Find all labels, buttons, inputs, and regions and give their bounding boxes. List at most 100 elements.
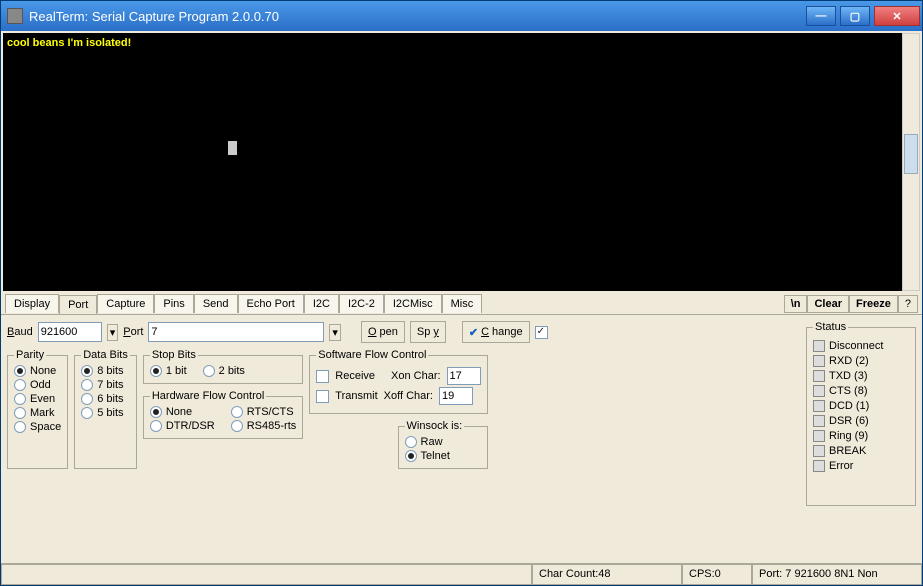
winsock-legend: Winsock is:	[405, 420, 465, 432]
tab-bar: DisplayPortCapturePinsSendEcho PortI2CI2…	[1, 293, 922, 315]
stopbits-option[interactable]: 1 bit	[150, 365, 187, 377]
hwflow-legend: Hardware Flow Control	[150, 390, 266, 402]
winsock-group: Winsock is: Raw Telnet	[398, 420, 488, 469]
winsock-label: Raw	[421, 436, 443, 448]
status-item: DSR (6)	[813, 415, 909, 427]
transmit-checkbox[interactable]	[316, 390, 329, 403]
tab-i2c[interactable]: I2C	[304, 294, 339, 313]
change-checkbox[interactable]	[535, 326, 548, 339]
port-dropdown-icon[interactable]: ▾	[329, 324, 341, 341]
tab-echo-port[interactable]: Echo Port	[238, 294, 304, 313]
tab-send[interactable]: Send	[194, 294, 238, 313]
hwflow-option[interactable]: DTR/DSR	[150, 420, 215, 432]
check-icon: ✔	[469, 326, 478, 339]
xoff-input[interactable]	[439, 387, 473, 405]
status-indicator-icon	[813, 415, 825, 427]
stopbits-group: Stop Bits 1 bit2 bits	[143, 349, 303, 384]
databits-option[interactable]: 6 bits	[81, 393, 130, 405]
terminal-scrollbar[interactable]	[902, 33, 920, 291]
maximize-button[interactable]: ▢	[840, 6, 870, 26]
winsock-option[interactable]: Telnet	[405, 450, 481, 462]
parity-label: Odd	[30, 379, 51, 391]
newline-button[interactable]: \n	[784, 295, 808, 313]
xon-label: Xon Char:	[391, 370, 441, 382]
help-button[interactable]: ?	[898, 295, 918, 313]
stopbits-option[interactable]: 2 bits	[203, 365, 245, 377]
radio-icon	[203, 365, 215, 377]
port-combo[interactable]	[148, 322, 324, 342]
status-group: Status DisconnectRXD (2)TXD (3)CTS (8)DC…	[806, 321, 916, 506]
receive-checkbox[interactable]	[316, 370, 329, 383]
radio-icon	[14, 421, 26, 433]
databits-option[interactable]: 5 bits	[81, 407, 130, 419]
baud-combo[interactable]	[38, 322, 102, 342]
radio-icon	[231, 406, 243, 418]
tab-capture[interactable]: Capture	[97, 294, 154, 313]
parity-option[interactable]: Odd	[14, 379, 61, 391]
status-label: RXD (2)	[829, 355, 869, 367]
parity-label: Mark	[30, 407, 54, 419]
baud-dropdown-icon[interactable]: ▾	[107, 324, 119, 341]
winsock-option[interactable]: Raw	[405, 436, 481, 448]
radio-icon	[150, 420, 162, 432]
databits-legend: Data Bits	[81, 349, 130, 361]
status-item: BREAK	[813, 445, 909, 457]
radio-icon	[81, 379, 93, 391]
tab-i2c-2[interactable]: I2C-2	[339, 294, 384, 313]
radio-icon	[14, 365, 26, 377]
spy-button[interactable]: Spy	[410, 321, 446, 343]
swflow-legend: Software Flow Control	[316, 349, 428, 361]
status-item: DCD (1)	[813, 400, 909, 412]
terminal-output: cool beans I'm isolated!	[3, 33, 920, 291]
clear-button[interactable]: Clear	[807, 295, 849, 313]
databits-option[interactable]: 8 bits	[81, 365, 130, 377]
databits-label: 5 bits	[97, 407, 123, 419]
status-label: Disconnect	[829, 340, 883, 352]
close-button[interactable]: ✕	[874, 6, 920, 26]
radio-icon	[81, 365, 93, 377]
hwflow-option[interactable]: None	[150, 406, 215, 418]
tab-display[interactable]: Display	[5, 294, 59, 313]
radio-icon	[14, 407, 26, 419]
tab-misc[interactable]: Misc	[442, 294, 483, 313]
status-item: RXD (2)	[813, 355, 909, 367]
title-bar[interactable]: RealTerm: Serial Capture Program 2.0.0.7…	[1, 1, 922, 31]
minimize-button[interactable]: —	[806, 6, 836, 26]
hwflow-option[interactable]: RTS/CTS	[231, 406, 297, 418]
xon-input[interactable]	[447, 367, 481, 385]
hwflow-option[interactable]: RS485-rts	[231, 420, 297, 432]
hwflow-label: RTS/CTS	[247, 406, 294, 418]
tab-pins[interactable]: Pins	[154, 294, 193, 313]
radio-icon	[81, 407, 93, 419]
tab-i2cmisc[interactable]: I2CMisc	[384, 294, 442, 313]
open-button[interactable]: Open	[361, 321, 405, 343]
radio-icon	[14, 393, 26, 405]
change-button[interactable]: ✔Change	[462, 321, 530, 343]
status-item: Error	[813, 460, 909, 472]
status-item: Disconnect	[813, 340, 909, 352]
status-label: Error	[829, 460, 853, 472]
databits-group: Data Bits 8 bits 7 bits 6 bits 5 bits	[74, 349, 137, 469]
status-indicator-icon	[813, 340, 825, 352]
status-indicator-icon	[813, 445, 825, 457]
swflow-group: Software Flow Control Receive Xon Char: …	[309, 349, 487, 414]
status-label: BREAK	[829, 445, 866, 457]
status-indicator-icon	[813, 355, 825, 367]
parity-label: None	[30, 365, 56, 377]
databits-label: 6 bits	[97, 393, 123, 405]
statusbar-port: Port: 7 921600 8N1 Non	[752, 564, 922, 585]
parity-option[interactable]: Mark	[14, 407, 61, 419]
parity-option[interactable]: Space	[14, 421, 61, 433]
stopbits-label: 1 bit	[166, 365, 187, 377]
parity-option[interactable]: Even	[14, 393, 61, 405]
status-indicator-icon	[813, 430, 825, 442]
status-item: Ring (9)	[813, 430, 909, 442]
statusbar-cps: CPS:0	[682, 564, 752, 585]
databits-option[interactable]: 7 bits	[81, 379, 130, 391]
tab-port[interactable]: Port	[59, 295, 97, 314]
freeze-button[interactable]: Freeze	[849, 295, 898, 313]
status-label: TXD (3)	[829, 370, 868, 382]
parity-option[interactable]: None	[14, 365, 61, 377]
scrollbar-thumb[interactable]	[904, 134, 918, 174]
hwflow-label: DTR/DSR	[166, 420, 215, 432]
